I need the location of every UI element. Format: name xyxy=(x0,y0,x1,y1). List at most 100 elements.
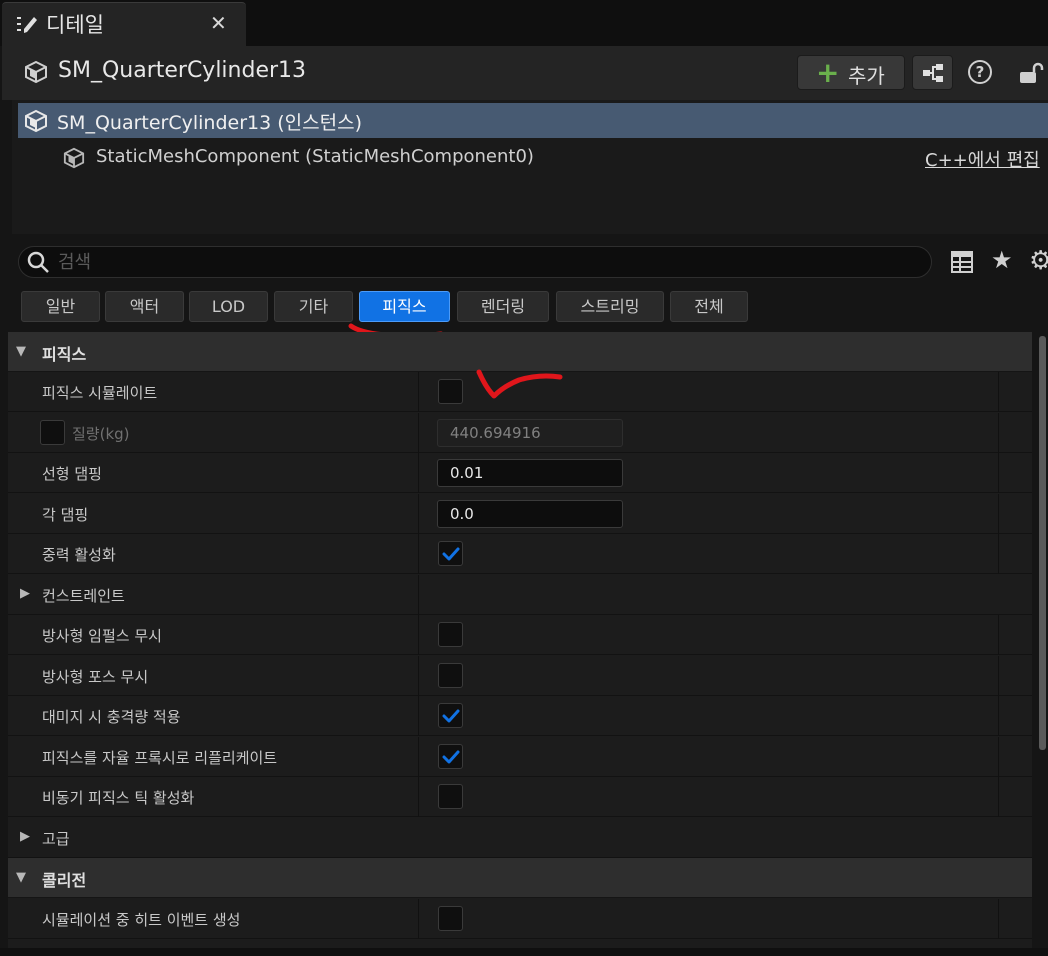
column-divider xyxy=(998,453,999,493)
expand-arrow-icon[interactable]: ▶ xyxy=(20,829,30,844)
row-replicate-physics: 피직스를 자율 프록시로 리플리케이트 xyxy=(8,737,1032,777)
add-button-label: 추가 xyxy=(848,64,885,88)
mass-override-checkbox[interactable] xyxy=(40,420,65,445)
section-collision-title: 콜리전 xyxy=(42,871,87,890)
static-mesh-cube-icon xyxy=(25,109,47,133)
column-divider xyxy=(998,372,999,412)
bottom-border xyxy=(0,948,1048,956)
row-constraints[interactable]: ▶ 컨스트레인트 xyxy=(8,575,1032,615)
enable-gravity-checkbox[interactable] xyxy=(438,541,463,566)
section-physics-title: 피직스 xyxy=(42,345,87,364)
tree-item-static-mesh-component[interactable]: StaticMeshComponent (StaticMeshComponent… xyxy=(96,146,534,167)
column-divider xyxy=(998,899,999,939)
gear-icon[interactable]: ⚙ xyxy=(1029,246,1048,276)
tab-misc[interactable]: 기타 xyxy=(274,291,353,322)
column-divider xyxy=(418,372,419,412)
row-linear-damping: 선형 댐핑 xyxy=(8,453,1032,493)
column-divider xyxy=(998,656,999,696)
red-check-annotation xyxy=(476,369,563,399)
ignore-radial-force-checkbox[interactable] xyxy=(438,663,463,688)
scrollbar[interactable] xyxy=(1039,336,1046,750)
row-ignore-radial-impulse: 방사형 임펄스 무시 xyxy=(8,615,1032,655)
async-physics-tick-label: 비동기 피직스 틱 활성화 xyxy=(42,789,195,807)
plus-icon: + xyxy=(816,56,840,89)
tab-actor[interactable]: 액터 xyxy=(105,291,184,322)
apply-impulse-on-damage-label: 대미지 시 충격량 적용 xyxy=(42,708,181,726)
advanced-label: 고급 xyxy=(42,830,70,848)
row-advanced[interactable]: ▶ 고급 xyxy=(8,818,1032,858)
simulate-physics-checkbox[interactable] xyxy=(438,379,463,404)
unlock-icon[interactable] xyxy=(1018,62,1044,84)
linear-damping-field[interactable] xyxy=(437,459,623,487)
column-divider xyxy=(418,696,419,736)
column-divider xyxy=(418,534,419,574)
checkmark-icon xyxy=(442,709,460,723)
column-divider xyxy=(418,777,419,817)
tab-all[interactable]: 전체 xyxy=(670,291,748,322)
details-pencil-icon xyxy=(17,17,37,33)
tab-streaming[interactable]: 스트리밍 xyxy=(556,291,664,322)
row-enable-gravity: 중력 활성화 xyxy=(8,534,1032,574)
row-angular-damping: 각 댐핑 xyxy=(8,494,1032,534)
collapse-arrow-icon: ▼ xyxy=(16,344,26,359)
ignore-radial-impulse-checkbox[interactable] xyxy=(438,622,463,647)
constraints-label: 컨스트레인트 xyxy=(42,587,125,605)
blueprint-button[interactable] xyxy=(912,55,953,90)
tab-general[interactable]: 일반 xyxy=(21,291,100,322)
column-divider xyxy=(418,575,419,615)
row-simulation-generates-hit-events: 시뮬레이션 중 히트 이벤트 생성 xyxy=(8,899,1032,939)
column-divider xyxy=(418,494,419,534)
tab-rendering[interactable]: 렌더링 xyxy=(457,291,549,322)
row-ignore-radial-force: 방사형 포스 무시 xyxy=(8,656,1032,696)
expand-arrow-icon[interactable]: ▶ xyxy=(20,586,30,601)
search-icon xyxy=(27,251,49,273)
column-divider xyxy=(418,737,419,777)
tab-physics[interactable]: 피직스 xyxy=(359,291,450,322)
apply-impulse-on-damage-checkbox[interactable] xyxy=(438,703,463,728)
angular-damping-field[interactable] xyxy=(437,500,623,528)
help-icon[interactable]: ? xyxy=(968,60,992,84)
checkmark-icon xyxy=(442,547,460,561)
static-mesh-component-icon xyxy=(63,147,85,169)
column-divider xyxy=(998,413,999,453)
search-input[interactable] xyxy=(58,249,918,275)
row-apply-impulse-on-damage: 대미지 시 충격량 적용 xyxy=(8,696,1032,736)
column-divider xyxy=(998,696,999,736)
angular-damping-label: 각 댐핑 xyxy=(42,506,89,524)
async-physics-tick-checkbox[interactable] xyxy=(438,784,463,809)
enable-gravity-label: 중력 활성화 xyxy=(42,546,116,564)
column-divider xyxy=(418,413,419,453)
row-mass: 질량(kg) xyxy=(8,413,1032,453)
edit-in-cpp-link[interactable]: C++에서 편집 xyxy=(925,146,1040,172)
add-component-button[interactable]: + 추가 xyxy=(797,55,905,90)
column-divider xyxy=(998,615,999,655)
row-async-physics-tick: 비동기 피직스 틱 활성화 xyxy=(8,777,1032,817)
column-divider xyxy=(998,737,999,777)
column-divider xyxy=(998,777,999,817)
column-divider xyxy=(418,615,419,655)
blueprint-hierarchy-icon xyxy=(923,64,943,82)
column-divider xyxy=(418,453,419,493)
tree-item-actor-label: SM_QuarterCylinder13 (인스턴스) xyxy=(57,112,362,134)
column-divider xyxy=(418,899,419,939)
linear-damping-label: 선형 댐핑 xyxy=(42,465,102,483)
table-view-icon[interactable] xyxy=(951,251,973,273)
static-mesh-cube-icon xyxy=(25,60,47,84)
collapse-arrow-icon: ▼ xyxy=(16,870,26,885)
mass-field xyxy=(437,419,623,447)
column-divider xyxy=(998,534,999,574)
mass-label: 질량(kg) xyxy=(72,425,130,443)
ignore-radial-force-label: 방사형 포스 무시 xyxy=(42,668,149,686)
section-collision[interactable]: ▼ 콜리전 xyxy=(8,858,1032,898)
simulate-physics-label: 피직스 시뮬레이트 xyxy=(42,384,158,402)
hit-events-checkbox[interactable] xyxy=(438,906,463,931)
ignore-radial-impulse-label: 방사형 임펄스 무시 xyxy=(42,627,162,645)
details-tab[interactable]: 디테일 ✕ xyxy=(2,2,246,46)
tab-lod[interactable]: LOD xyxy=(189,291,268,322)
star-icon[interactable]: ★ xyxy=(991,246,1013,274)
checkmark-icon xyxy=(442,750,460,764)
replicate-physics-checkbox[interactable] xyxy=(438,744,463,769)
hit-events-label: 시뮬레이션 중 히트 이벤트 생성 xyxy=(42,911,241,929)
actor-name: SM_QuarterCylinder13 xyxy=(58,58,307,83)
close-icon[interactable]: ✕ xyxy=(210,11,227,35)
